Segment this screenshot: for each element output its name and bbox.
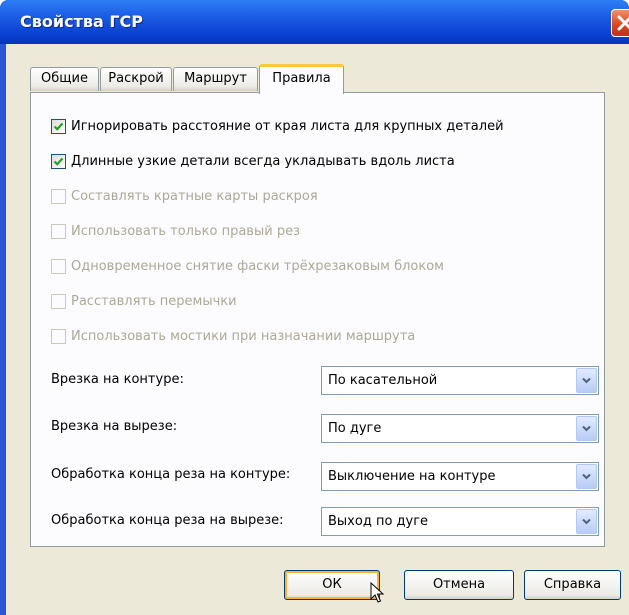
tab-route[interactable]: Маршрут: [173, 67, 258, 91]
close-icon: [617, 15, 629, 31]
chevron-down-icon: [582, 518, 591, 525]
dropdown-button[interactable]: [576, 416, 597, 441]
cut-end-cutout-label: Обработка конца реза на вырезе:: [51, 513, 284, 528]
tab-general-label: Общие: [41, 71, 88, 86]
cut-end-contour-label: Обработка конца реза на контуре:: [51, 467, 291, 482]
tab-rules[interactable]: Правила: [259, 64, 344, 94]
dropdown-button[interactable]: [576, 368, 597, 393]
window-title: Свойства ГСР: [20, 12, 143, 31]
select-value: Выход по дуге: [328, 514, 429, 529]
cut-end-cutout-select[interactable]: Выход по дуге: [321, 507, 599, 536]
checkbox-label: Составлять кратные карты раскроя: [71, 189, 318, 204]
close-button[interactable]: [611, 9, 629, 37]
lead-in-contour-label: Врезка на контуре:: [51, 372, 184, 387]
checkbox-label: Одновременное снятие фаски трёхрезаковым…: [71, 259, 444, 274]
lead-in-contour-select[interactable]: По касательной: [321, 366, 599, 395]
checkbox-label: Использовать только правый рез: [71, 224, 300, 239]
select-value: По дуге: [328, 421, 382, 436]
dialog-client-area: Общие Раскрой Маршрут Правила Игнорирова…: [6, 44, 629, 615]
dialog-window: Свойства ГСР Общие Раскрой Маршрут Прави…: [0, 0, 629, 615]
dropdown-button[interactable]: [576, 464, 597, 489]
chevron-down-icon: [582, 425, 591, 432]
tab-cutting-label: Раскрой: [108, 71, 164, 86]
checkbox-box: [51, 224, 66, 239]
checkbox-label: Длинные узкие детали всегда укладывать в…: [71, 154, 455, 169]
cut-end-contour-select[interactable]: Выключение на контуре: [321, 462, 599, 491]
chevron-down-icon: [582, 377, 591, 384]
help-button-label: Справка: [543, 577, 602, 592]
dropdown-button[interactable]: [576, 509, 597, 534]
checkbox-box: [51, 189, 66, 204]
ok-button-label: ОК: [322, 577, 342, 592]
cancel-button[interactable]: Отмена: [404, 570, 514, 600]
tab-panel-rules: Игнорировать расстояние от края листа дл…: [30, 92, 605, 547]
help-button[interactable]: Справка: [524, 570, 621, 600]
cancel-button-label: Отмена: [432, 577, 486, 592]
checkbox-box: [51, 259, 66, 274]
checkmark-icon: [53, 122, 64, 131]
mouse-cursor-icon: [370, 582, 384, 603]
checkmark-icon: [53, 157, 64, 166]
tab-cutting[interactable]: Раскрой: [100, 67, 172, 91]
ok-button[interactable]: ОК: [284, 570, 380, 600]
select-value: Выключение на контуре: [328, 469, 496, 484]
lead-in-cutout-label: Врезка на вырезе:: [51, 419, 178, 434]
select-value: По касательной: [328, 373, 438, 388]
tab-rules-label: Правила: [272, 71, 331, 86]
checkbox-box[interactable]: [51, 154, 66, 169]
checkbox-box[interactable]: [51, 119, 66, 134]
lead-in-cutout-select[interactable]: По дуге: [321, 414, 599, 443]
checkbox-box: [51, 294, 66, 309]
checkbox-label: Игнорировать расстояние от края листа дл…: [71, 119, 504, 134]
chevron-down-icon: [582, 473, 591, 480]
tab-general[interactable]: Общие: [30, 67, 99, 91]
title-bar[interactable]: Свойства ГСР: [0, 0, 629, 44]
checkbox-label: Расставлять перемычки: [71, 294, 237, 309]
checkbox-label: Использовать мостики при назначании марш…: [71, 329, 416, 344]
tab-route-label: Маршрут: [184, 71, 247, 86]
checkbox-box: [51, 329, 66, 344]
